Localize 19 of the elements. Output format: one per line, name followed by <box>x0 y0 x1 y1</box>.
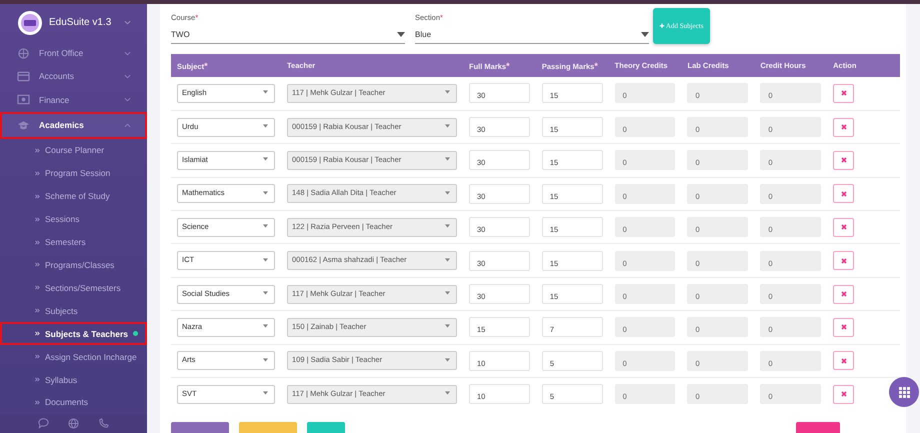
submenu-item[interactable]: Documents <box>0 391 147 414</box>
submenu-item[interactable]: Subjects & Teachers <box>0 322 147 346</box>
submenu-item[interactable]: Scheme of Study <box>0 184 147 208</box>
nav-item[interactable]: Academics <box>0 112 147 139</box>
submenu-item[interactable]: Semesters <box>0 230 147 254</box>
nav-item[interactable]: Accounts <box>0 64 147 88</box>
app-name: EduSuite v1.3 <box>49 17 112 28</box>
submenu-item[interactable]: Program Session <box>0 162 147 185</box>
dropdown-field[interactable]: TWO <box>171 24 405 44</box>
submenu-item[interactable]: Sections/Semesters <box>0 276 147 300</box>
submenu-item[interactable]: Course Planner <box>0 138 147 162</box>
submenu-item[interactable]: Sessions <box>0 208 147 231</box>
submenu-item[interactable]: Programs/Classes <box>0 254 147 276</box>
nav-item[interactable]: Front Office <box>0 41 147 65</box>
nav-item[interactable]: Finance <box>0 88 147 112</box>
submenu-item[interactable]: Assign Section Incharge <box>0 345 147 368</box>
dropdown-field[interactable]: Blue <box>415 24 649 44</box>
submenu-item[interactable]: Subjects <box>0 299 147 322</box>
submenu-item[interactable]: Syllabus <box>0 368 147 392</box>
